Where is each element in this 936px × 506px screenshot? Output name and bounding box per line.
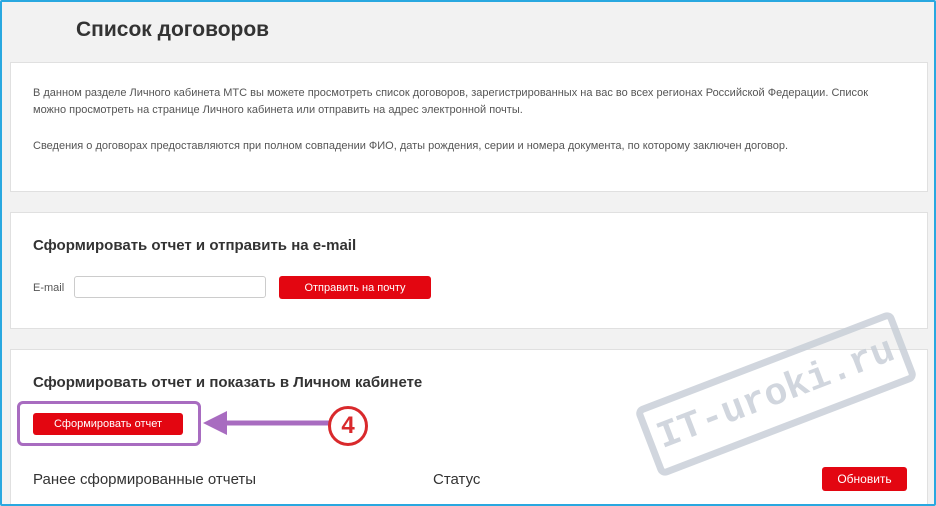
send-to-email-button[interactable]: Отправить на почту [279, 276, 431, 299]
email-section-title: Сформировать отчет и отправить на e-mail [33, 237, 357, 254]
email-label: E-mail [33, 282, 65, 294]
info-paragraph-2: Сведения о договорах предоставляются при… [33, 140, 789, 152]
previous-reports-label: Ранее сформированные отчеты [33, 471, 257, 488]
pointer-arrow-icon [203, 411, 331, 435]
info-card: В данном разделе Личного кабинета МТС вы… [10, 62, 928, 192]
status-label: Статус [433, 471, 481, 488]
report-section-title: Сформировать отчет и показать в Личном к… [33, 374, 423, 391]
info-paragraph-1: В данном разделе Личного кабинета МТС вы… [33, 87, 869, 116]
refresh-button[interactable]: Обновить [822, 467, 907, 491]
page-title: Список договоров [76, 18, 270, 41]
screenshot-frame: Список договоров В данном разделе Личног… [0, 0, 936, 506]
generate-report-button[interactable]: Сформировать отчет [33, 413, 183, 435]
email-report-card: Сформировать отчет и отправить на e-mail… [10, 212, 928, 329]
email-input[interactable] [74, 276, 266, 298]
cabinet-report-card: Сформировать отчет и показать в Личном к… [10, 349, 928, 504]
step-number-badge: 4 [328, 406, 368, 446]
